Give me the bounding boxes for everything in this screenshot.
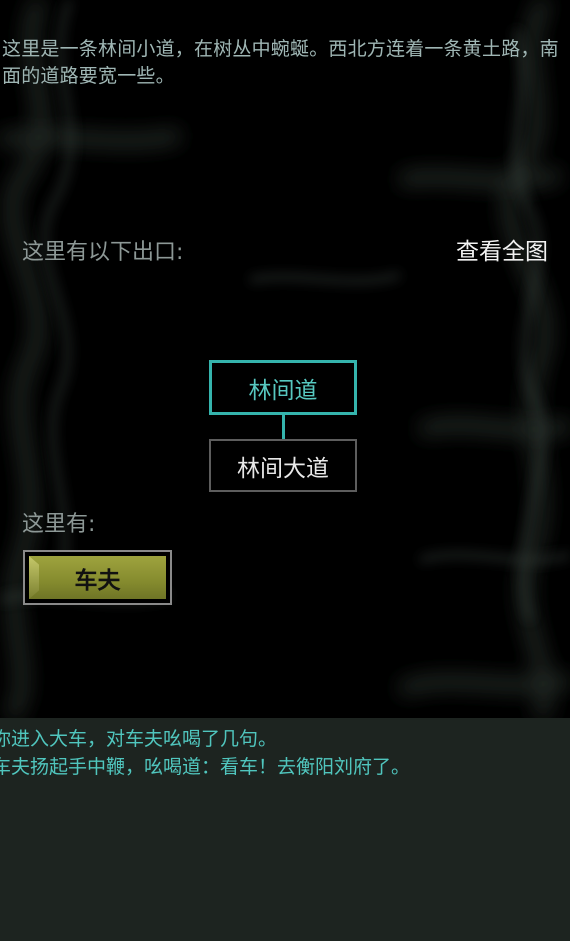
exit-south-button[interactable]: 林间大道 bbox=[209, 439, 357, 492]
npc-label: 车夫 bbox=[74, 567, 121, 594]
view-map-button[interactable]: 查看全图 bbox=[456, 236, 548, 268]
here-label: 这里有: bbox=[22, 512, 96, 537]
npc-button[interactable]: 车夫 bbox=[23, 550, 172, 605]
npc-button-face: 车夫 bbox=[29, 556, 166, 599]
map-connector bbox=[282, 414, 285, 440]
log-line: 你进入大车，对车夫吆喝了几句。 bbox=[0, 728, 278, 750]
exits-label: 这里有以下出口: bbox=[22, 240, 184, 265]
message-log: 你进入大车，对车夫吆喝了几句。 车夫扬起手中鞭，吆喝道：看车！去衡阳刘府了。 bbox=[0, 718, 570, 941]
exit-south-label: 林间大道 bbox=[237, 455, 329, 482]
current-room-label: 林间道 bbox=[248, 377, 318, 404]
smoke-background bbox=[0, 0, 570, 718]
current-room: 林间道 bbox=[209, 360, 357, 415]
log-line: 车夫扬起手中鞭，吆喝道：看车！去衡阳刘府了。 bbox=[0, 756, 411, 778]
room-description: 这里是一条林间小道，在树丛中蜿蜒。西北方连着一条黄土路，南面的道路要宽一些。 bbox=[2, 38, 559, 87]
